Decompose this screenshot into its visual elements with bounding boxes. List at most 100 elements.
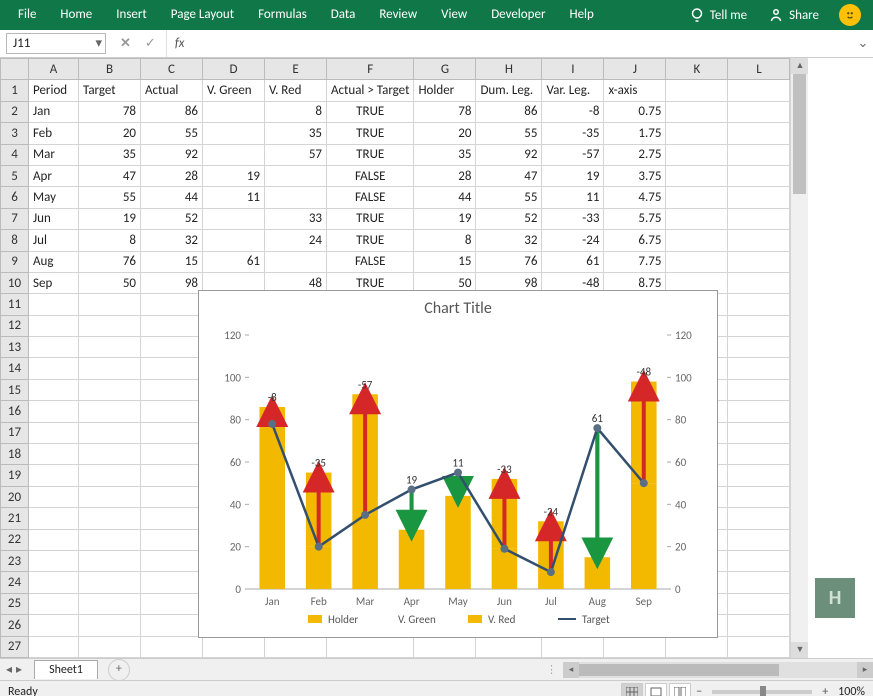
cell[interactable]: 44 <box>414 187 476 208</box>
cell[interactable] <box>141 337 203 358</box>
select-all-cell[interactable] <box>1 59 29 80</box>
cell[interactable]: FALSE <box>327 165 414 186</box>
row-header[interactable]: 11 <box>1 294 29 315</box>
row-header[interactable]: 2 <box>1 101 29 122</box>
cell[interactable] <box>79 529 141 550</box>
cell[interactable]: May <box>29 187 79 208</box>
cell[interactable]: 19 <box>203 165 265 186</box>
cell[interactable]: 24 <box>265 230 327 251</box>
cell[interactable]: 86 <box>141 101 203 122</box>
cell[interactable]: Period <box>29 80 79 101</box>
feedback-smiley-icon[interactable] <box>839 4 861 26</box>
cell[interactable] <box>728 572 790 593</box>
scroll-up-arrow[interactable]: ▲ <box>791 58 808 74</box>
cell[interactable] <box>728 636 790 657</box>
cell[interactable]: 32 <box>476 230 542 251</box>
row-header[interactable]: 22 <box>1 529 29 550</box>
cell[interactable] <box>728 123 790 144</box>
cell[interactable]: TRUE <box>327 123 414 144</box>
scroll-left-arrow[interactable]: ◂ <box>563 662 579 678</box>
cell[interactable] <box>79 550 141 571</box>
cell[interactable] <box>604 636 666 657</box>
cell[interactable] <box>79 379 141 400</box>
normal-view-button[interactable] <box>621 683 643 696</box>
cell[interactable] <box>29 550 79 571</box>
cell[interactable]: 8 <box>414 230 476 251</box>
cell[interactable]: Var. Leg. <box>542 80 604 101</box>
cell[interactable] <box>666 123 728 144</box>
ribbon-tab-view[interactable]: View <box>429 7 479 22</box>
cell[interactable] <box>29 529 79 550</box>
cell[interactable] <box>79 401 141 422</box>
cell[interactable] <box>728 80 790 101</box>
cell[interactable]: Dum. Leg. <box>476 80 542 101</box>
ribbon-tab-data[interactable]: Data <box>319 7 368 22</box>
cell[interactable]: 35 <box>414 144 476 165</box>
cell[interactable]: 76 <box>476 251 542 272</box>
cell[interactable]: TRUE <box>327 230 414 251</box>
cell[interactable]: -57 <box>542 144 604 165</box>
cell[interactable]: 55 <box>476 187 542 208</box>
page-break-view-button[interactable] <box>669 683 691 696</box>
cell[interactable] <box>728 251 790 272</box>
col-header[interactable]: K <box>666 59 728 80</box>
cell[interactable] <box>666 636 728 657</box>
zoom-knob[interactable] <box>760 686 766 696</box>
cell[interactable] <box>666 208 728 229</box>
formula-bar[interactable] <box>192 30 853 57</box>
cell[interactable] <box>29 401 79 422</box>
cell[interactable]: 47 <box>79 165 141 186</box>
add-sheet-button[interactable]: + <box>108 659 130 681</box>
horizontal-scroll-thumb[interactable] <box>579 664 779 676</box>
cell[interactable] <box>203 123 265 144</box>
cell[interactable] <box>79 636 141 657</box>
ribbon-tab-home[interactable]: Home <box>48 7 104 22</box>
expand-formula-bar-icon[interactable]: ⌄ <box>853 36 873 51</box>
cell[interactable] <box>728 101 790 122</box>
cell[interactable] <box>728 208 790 229</box>
cell[interactable] <box>666 101 728 122</box>
cell[interactable] <box>728 593 790 614</box>
row-header[interactable]: 16 <box>1 401 29 422</box>
row-header[interactable]: 4 <box>1 144 29 165</box>
horizontal-scrollbar[interactable]: ◂ ▸ <box>563 662 873 678</box>
cell[interactable] <box>141 615 203 636</box>
cell[interactable] <box>29 422 79 443</box>
cell[interactable] <box>79 358 141 379</box>
row-header[interactable]: 24 <box>1 572 29 593</box>
cell[interactable]: Jul <box>29 230 79 251</box>
cell[interactable]: Actual > Target <box>327 80 414 101</box>
cell[interactable] <box>203 101 265 122</box>
cell[interactable] <box>29 508 79 529</box>
row-header[interactable]: 7 <box>1 208 29 229</box>
row-header[interactable]: 19 <box>1 465 29 486</box>
cell[interactable]: Actual <box>141 80 203 101</box>
cell[interactable] <box>141 550 203 571</box>
cell[interactable]: 98 <box>141 272 203 293</box>
cell[interactable]: 2.75 <box>604 144 666 165</box>
cell[interactable]: 78 <box>79 101 141 122</box>
cell[interactable] <box>79 615 141 636</box>
cell[interactable]: 19 <box>79 208 141 229</box>
cell[interactable] <box>203 636 265 657</box>
cell[interactable] <box>728 529 790 550</box>
cell[interactable] <box>79 315 141 336</box>
cell[interactable] <box>141 465 203 486</box>
cell[interactable]: TRUE <box>327 101 414 122</box>
cell[interactable]: Holder <box>414 80 476 101</box>
cell[interactable]: -33 <box>542 208 604 229</box>
cell[interactable]: FALSE <box>327 187 414 208</box>
cell[interactable]: 50 <box>79 272 141 293</box>
scroll-down-arrow[interactable]: ▼ <box>791 642 808 658</box>
cell[interactable] <box>728 315 790 336</box>
cell[interactable]: Aug <box>29 251 79 272</box>
cell[interactable] <box>728 444 790 465</box>
cell[interactable]: 15 <box>141 251 203 272</box>
cell[interactable]: 11 <box>203 187 265 208</box>
cell[interactable]: 35 <box>265 123 327 144</box>
cell[interactable]: TRUE <box>327 144 414 165</box>
share-button[interactable]: Share <box>757 6 829 24</box>
ribbon-tab-formulas[interactable]: Formulas <box>246 7 319 22</box>
cell[interactable]: V. Green <box>203 80 265 101</box>
cell[interactable]: 92 <box>476 144 542 165</box>
